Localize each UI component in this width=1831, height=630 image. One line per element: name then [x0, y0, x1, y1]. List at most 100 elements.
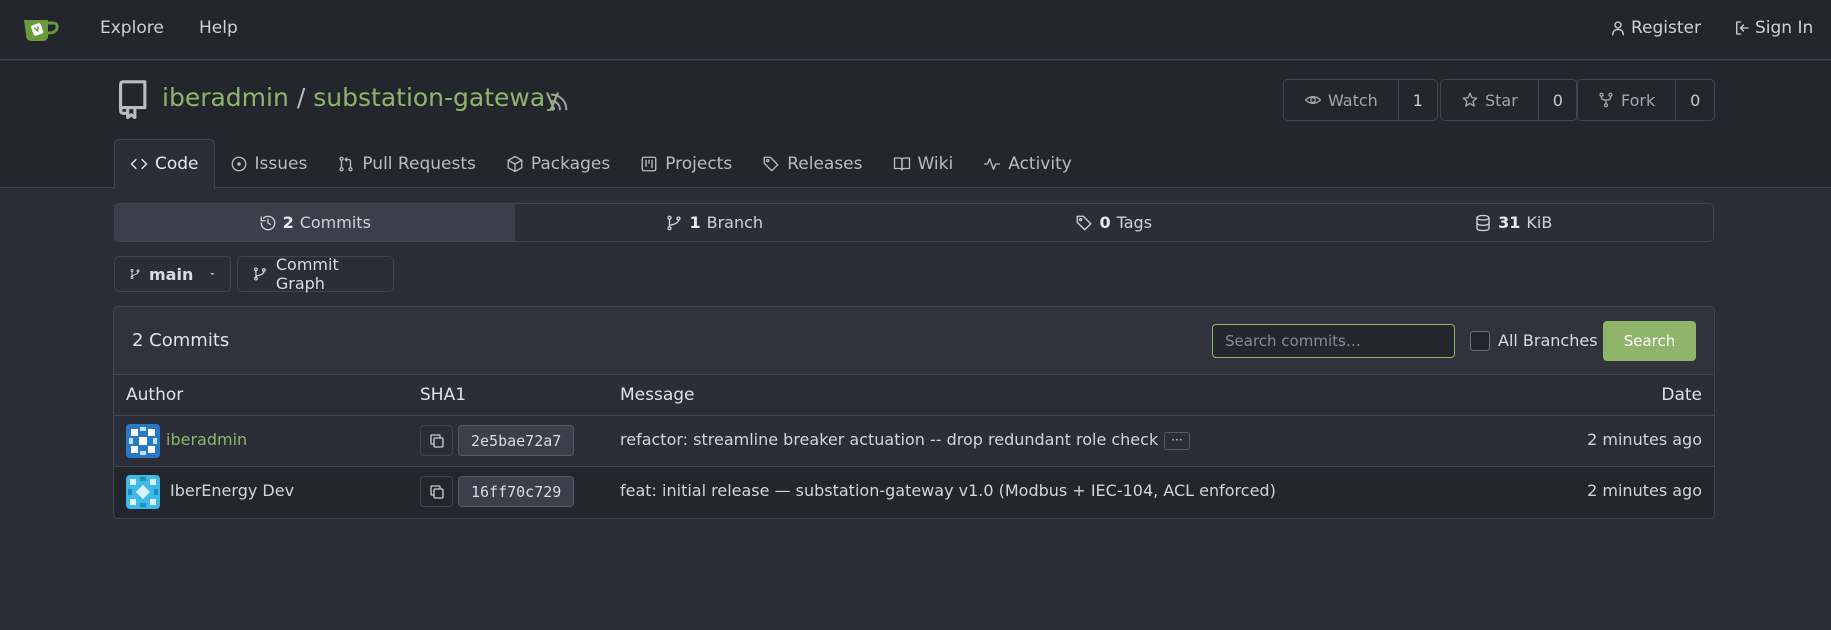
watch-label: Watch [1328, 90, 1378, 110]
stat-commits[interactable]: 2 Commits [115, 204, 515, 241]
expand-message-button[interactable]: ··· [1164, 431, 1190, 450]
stat-size-unit: KiB [1526, 213, 1553, 232]
branch-icon [130, 269, 140, 279]
eye-icon [1304, 95, 1322, 105]
repo-header: iberadmin / substation-gateway Watch 1 S… [0, 61, 1831, 189]
commits-panel: 2 Commits All Branches Search Author SHA… [113, 306, 1715, 519]
pulse-icon [984, 158, 1001, 170]
branch-icon [254, 267, 266, 281]
stat-tags-label: Tags [1116, 213, 1153, 232]
commits-header: 2 Commits All Branches Search [114, 307, 1714, 375]
tab-activity[interactable]: Activity [968, 139, 1087, 189]
repo-owner-link[interactable]: iberadmin [162, 83, 289, 112]
branch-icon [667, 215, 682, 230]
tab-releases[interactable]: Releases [747, 139, 877, 189]
fork-count[interactable]: 0 [1676, 80, 1714, 120]
commit-message: refactor: streamline breaker actuation -… [620, 430, 1190, 450]
tag-icon [763, 156, 779, 172]
tab-code-label: Code [155, 154, 199, 174]
stat-branches[interactable]: 1 Branch [515, 204, 915, 241]
tab-pull-requests-label: Pull Requests [362, 154, 476, 174]
stat-commits-count: 2 [282, 213, 294, 232]
stat-tags[interactable]: 0 Tags [914, 204, 1314, 241]
repo-title-separator: / [296, 83, 306, 112]
stat-size-value: 31 [1498, 213, 1521, 232]
avatar [126, 475, 160, 509]
all-branches-label[interactable]: All Branches [1498, 331, 1598, 350]
commit-date: 2 minutes ago [1587, 481, 1702, 500]
sign-in-label: Sign In [1755, 18, 1814, 38]
commits-table-header: Author SHA1 Message Date [114, 375, 1714, 416]
repo-stats-bar: 2 Commits 1 Branch 0 Tags 31 KiB [114, 203, 1714, 242]
commit-message-text[interactable]: feat: initial release — substation-gatew… [620, 481, 1276, 500]
commit-author-link[interactable]: iberadmin [166, 430, 247, 449]
pull-request-icon [339, 156, 354, 172]
table-row: iberadmin 2e5bae72a7 refactor: streamlin… [114, 416, 1714, 467]
tab-projects[interactable]: Projects [625, 139, 747, 189]
star-group: Star 0 [1440, 79, 1578, 121]
col-author: Author [126, 385, 184, 405]
stat-branch-count: 1 [689, 213, 701, 232]
stat-size[interactable]: 31 KiB [1314, 204, 1714, 241]
repo-name-link[interactable]: substation-gateway [313, 83, 560, 112]
branch-current: main [149, 264, 194, 284]
tab-projects-label: Projects [665, 154, 733, 174]
register-link[interactable]: Register [1609, 18, 1701, 38]
sign-in-icon [1736, 21, 1749, 35]
tab-wiki[interactable]: Wiki [878, 139, 969, 189]
all-branches-checkbox[interactable] [1470, 331, 1490, 351]
fork-button[interactable]: Fork [1577, 80, 1677, 120]
fork-icon [1599, 92, 1613, 108]
star-icon [1462, 92, 1478, 107]
star-button[interactable]: Star [1441, 80, 1539, 120]
repo-tabs: Code Issues Pull Requests Packages Proje… [114, 139, 1087, 189]
commit-sha-link[interactable]: 2e5bae72a7 [458, 425, 575, 456]
commit-graph-button[interactable]: Commit Graph [237, 255, 394, 293]
commit-author-name: IberEnergy Dev [170, 481, 295, 500]
search-commits-input[interactable] [1212, 324, 1455, 358]
star-count[interactable]: 0 [1539, 80, 1577, 120]
copy-sha-button[interactable] [420, 425, 453, 456]
gitea-logo-icon[interactable] [22, 14, 62, 44]
fork-group: Fork 0 [1576, 79, 1716, 121]
package-icon [507, 155, 523, 173]
nav-help-link[interactable]: Help [199, 18, 238, 38]
repo-icon [119, 80, 147, 119]
copy-sha-button[interactable] [420, 476, 453, 507]
nav-explore-link[interactable]: Explore [100, 18, 164, 38]
commit-message-text[interactable]: refactor: streamline breaker actuation -… [620, 430, 1158, 449]
issue-icon [231, 156, 246, 172]
tab-code[interactable]: Code [114, 139, 215, 189]
rss-icon[interactable] [548, 91, 570, 113]
stat-branch-label: Branch [706, 213, 764, 232]
tab-releases-label: Releases [787, 154, 863, 174]
branch-dropdown[interactable]: main [114, 256, 231, 292]
copy-icon [429, 484, 444, 499]
stat-commits-label: Commits [299, 213, 371, 232]
watch-button[interactable]: Watch [1284, 80, 1399, 120]
col-sha: SHA1 [420, 385, 467, 405]
stat-tags-count: 0 [1099, 213, 1111, 232]
tab-issues[interactable]: Issues [215, 139, 323, 189]
person-icon [1612, 21, 1624, 36]
tab-activity-label: Activity [1008, 154, 1072, 174]
top-navbar: Explore Help Register Sign In [0, 0, 1831, 60]
sign-in-link[interactable]: Sign In [1733, 18, 1813, 38]
tab-packages-label: Packages [530, 154, 611, 174]
tab-pull-requests[interactable]: Pull Requests [322, 139, 491, 189]
copy-icon [429, 433, 444, 448]
tab-packages[interactable]: Packages [491, 139, 625, 189]
tab-wiki-label: Wiki [917, 154, 954, 174]
database-icon [1476, 214, 1490, 231]
watch-count[interactable]: 1 [1399, 80, 1437, 120]
col-date: Date [1661, 385, 1702, 405]
watch-group: Watch 1 [1283, 79, 1438, 121]
code-icon [130, 158, 148, 170]
commits-title: 2 Commits [132, 330, 230, 351]
register-label: Register [1631, 18, 1701, 38]
avatar[interactable] [126, 424, 160, 458]
tab-issues-label: Issues [254, 154, 308, 174]
table-row: IberEnergy Dev 16ff70c729 feat: initial … [114, 467, 1714, 518]
commit-sha-link[interactable]: 16ff70c729 [458, 476, 575, 507]
search-button[interactable]: Search [1603, 321, 1696, 361]
